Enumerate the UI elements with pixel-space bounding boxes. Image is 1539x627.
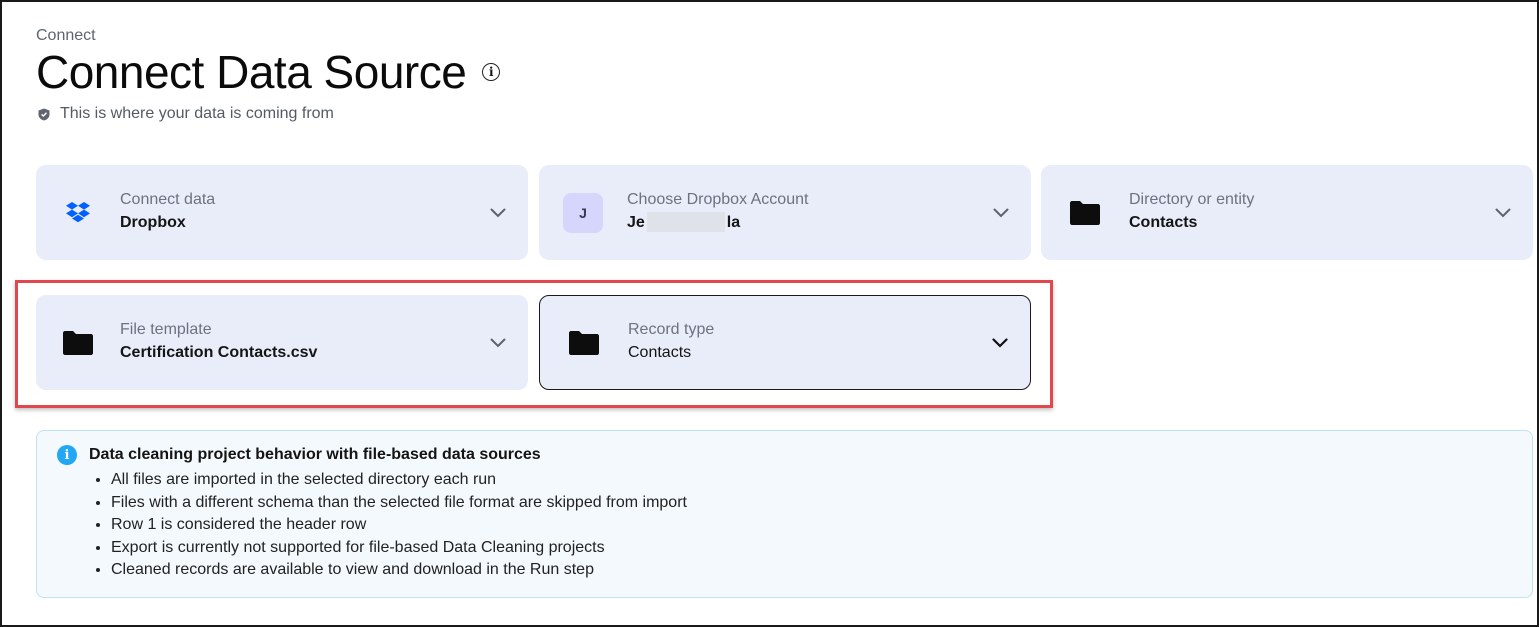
list-item: Row 1 is considered the header row <box>111 514 687 537</box>
dropbox-account-value: Je la <box>627 210 971 236</box>
directory-label: Directory or entity <box>1129 190 1255 208</box>
list-item: All files are imported in the selected d… <box>111 469 687 492</box>
redacted-block <box>646 212 725 233</box>
page-subtitle: This is where your data is coming from <box>38 105 334 123</box>
list-item: Files with a different schema than the s… <box>111 492 687 515</box>
account-name-end: la <box>726 213 741 231</box>
account-name-start: Je <box>627 213 645 231</box>
page-title: Connect Data Source <box>36 46 467 98</box>
chevron-down-icon <box>1495 208 1511 217</box>
notice-list: All files are imported in the selected d… <box>89 469 687 582</box>
chevron-down-icon <box>490 208 506 217</box>
dropbox-account-select[interactable]: J Choose Dropbox Account Je la <box>539 165 1031 260</box>
folder-icon <box>1070 200 1100 225</box>
list-item: Export is currently not supported for fi… <box>111 537 687 560</box>
chevron-down-icon <box>993 208 1009 217</box>
notice-title: Data cleaning project behavior with file… <box>89 446 541 463</box>
info-icon: i <box>57 445 77 465</box>
title-row: Connect Data Source i <box>36 44 501 100</box>
info-icon[interactable]: i <box>482 63 501 81</box>
dropbox-account-label: Choose Dropbox Account <box>627 190 809 208</box>
avatar: J <box>563 192 603 233</box>
dropbox-icon <box>66 201 90 222</box>
connect-data-select[interactable]: Connect data Dropbox <box>36 165 528 260</box>
directory-value: Contacts <box>1129 213 1198 231</box>
directory-select[interactable]: Directory or entity Contacts <box>1041 165 1533 260</box>
connect-data-value: Dropbox <box>120 213 186 231</box>
list-item: Cleaned records are available to view an… <box>111 559 687 582</box>
subtitle-text: This is where your data is coming from <box>60 105 334 122</box>
highlight-annotation <box>15 280 1053 408</box>
shield-icon <box>38 108 50 120</box>
info-notice: i Data cleaning project behavior with fi… <box>36 430 1533 598</box>
connect-data-label: Connect data <box>120 190 216 208</box>
breadcrumb[interactable]: Connect <box>36 27 96 45</box>
